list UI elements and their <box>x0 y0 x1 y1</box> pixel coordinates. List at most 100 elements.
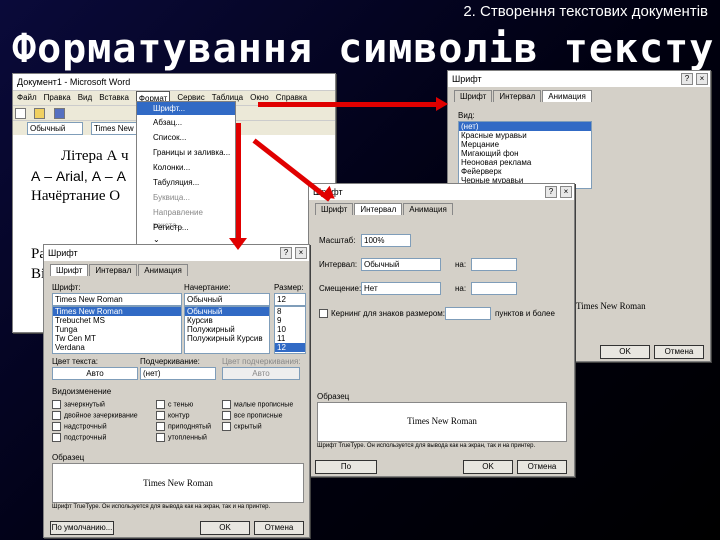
effect-checkbox[interactable]: надстрочный <box>52 422 156 433</box>
dialog-title: Шрифт <box>452 74 482 84</box>
tab-font[interactable]: Шрифт <box>454 90 493 102</box>
preview-label: Образец <box>52 453 85 462</box>
list-item[interactable]: Tw Cen MT <box>53 334 181 343</box>
font-select[interactable]: Times New R <box>91 122 137 135</box>
effect-checkbox[interactable]: двойное зачеркивание <box>52 411 156 422</box>
preview-sample: Times New Roman <box>576 301 646 311</box>
tab-animation[interactable]: Анимация <box>403 203 453 215</box>
cancel-button[interactable]: Отмена <box>254 521 304 535</box>
tab-font[interactable]: Шрифт <box>50 264 89 276</box>
effect-checkbox[interactable]: приподнятый <box>156 422 222 433</box>
menu-item-dropcap[interactable]: Буквица... <box>137 190 235 205</box>
menu-expand-icon[interactable]: ⌄ <box>137 235 235 244</box>
kerning-input[interactable] <box>445 307 491 320</box>
spacing-select[interactable]: Обычный <box>361 258 441 271</box>
word-title: Документ1 - Microsoft Word <box>17 77 131 87</box>
list-item[interactable]: Курсив <box>185 316 269 325</box>
list-item[interactable]: Обычный <box>185 307 269 316</box>
kerning-suffix: пунктов и более <box>495 309 555 318</box>
underline-select[interactable]: (нет) <box>140 367 216 380</box>
tab-spacing[interactable]: Интервал <box>354 203 403 215</box>
effect-checkbox[interactable]: контур <box>156 411 222 422</box>
list-item[interactable]: Tunga <box>53 325 181 334</box>
menu-item-paragraph[interactable]: Абзац... <box>137 115 235 130</box>
help-icon[interactable]: ? <box>545 186 557 198</box>
help-icon[interactable]: ? <box>280 247 292 259</box>
effect-checkbox[interactable]: подстрочный <box>52 433 156 444</box>
tab-font[interactable]: Шрифт <box>315 203 354 215</box>
animation-list[interactable]: (нет) Красные муравьи Мерцание Мигающий … <box>458 121 592 189</box>
cancel-button[interactable]: Отмена <box>654 345 704 359</box>
text-color-select[interactable]: Авто <box>52 367 138 380</box>
effect-checkbox[interactable]: скрытый <box>222 422 262 433</box>
help-icon[interactable]: ? <box>681 73 693 85</box>
offset-select[interactable]: Нет <box>361 282 441 295</box>
font-input[interactable]: Times New Roman <box>52 293 182 306</box>
list-item[interactable]: Красные муравьи <box>459 131 591 140</box>
effect-checkbox[interactable]: все прописные <box>222 411 283 422</box>
menu-edit[interactable]: Правка <box>44 91 71 105</box>
style-select[interactable]: Обычный <box>27 122 83 135</box>
menu-file[interactable]: Файл <box>17 91 37 105</box>
menu-insert[interactable]: Вставка <box>99 91 129 105</box>
menu-item-list[interactable]: Список... <box>137 130 235 145</box>
list-item[interactable]: Мерцание <box>459 140 591 149</box>
style-list[interactable]: Обычный Курсив Полужирный Полужирный Кур… <box>184 306 270 354</box>
size-list[interactable]: 8 9 10 11 12 <box>274 306 306 354</box>
default-button[interactable]: По умолчанию... <box>315 460 377 476</box>
new-doc-icon[interactable] <box>15 108 26 119</box>
effect-checkbox[interactable]: утопленный <box>156 433 222 444</box>
list-item[interactable]: Неоновая реклама <box>459 158 591 167</box>
tab-spacing[interactable]: Интервал <box>493 90 542 102</box>
menu-item-borders[interactable]: Границы и заливка... <box>137 145 235 160</box>
list-item[interactable]: 11 <box>275 334 305 343</box>
underline-color-label: Цвет подчеркивания: <box>222 357 301 366</box>
size-input[interactable]: 12 <box>274 293 306 306</box>
font-list[interactable]: Times New Roman Trebuchet MS Tunga Tw Ce… <box>52 306 182 354</box>
tab-animation[interactable]: Анимация <box>542 90 592 102</box>
tab-spacing[interactable]: Интервал <box>89 264 138 276</box>
effect-checkbox[interactable]: зачеркнутый <box>52 400 156 411</box>
list-item[interactable]: 9 <box>275 316 305 325</box>
list-item[interactable]: 8 <box>275 307 305 316</box>
list-item[interactable]: Мигающий фон <box>459 149 591 158</box>
close-icon[interactable]: × <box>295 247 307 259</box>
close-icon[interactable]: × <box>696 73 708 85</box>
close-icon[interactable]: × <box>560 186 572 198</box>
effect-checkbox[interactable]: с тенью <box>156 400 222 411</box>
menu-view[interactable]: Вид <box>78 91 92 105</box>
ok-button[interactable]: OK <box>600 345 650 359</box>
list-item[interactable]: (нет) <box>459 122 591 131</box>
list-item[interactable]: Полужирный <box>185 325 269 334</box>
menu-item-font[interactable]: Шрифт... <box>137 102 235 115</box>
dialog-title: Шрифт <box>48 248 78 258</box>
list-item[interactable]: 12 <box>275 343 305 352</box>
ok-button[interactable]: OK <box>200 521 250 535</box>
spacing-by-input[interactable] <box>471 258 517 271</box>
cancel-button[interactable]: Отмена <box>517 460 567 474</box>
ok-button[interactable]: OK <box>463 460 513 474</box>
menu-item-columns[interactable]: Колонки... <box>137 160 235 175</box>
offset-by-input[interactable] <box>471 282 517 295</box>
list-item[interactable]: Trebuchet MS <box>53 316 181 325</box>
list-item[interactable]: Times New Roman <box>53 307 181 316</box>
save-icon[interactable] <box>53 108 65 119</box>
default-button[interactable]: По умолчанию... <box>50 521 114 535</box>
menu-item-tabs[interactable]: Табуляция... <box>137 175 235 190</box>
style-input[interactable]: Обычный <box>184 293 270 306</box>
format-menu: Шрифт... Абзац... Список... Границы и за… <box>136 101 236 246</box>
list-item[interactable]: Verdana <box>53 343 181 352</box>
underline-label: Подчеркивание: <box>140 357 200 366</box>
scale-select[interactable]: 100% <box>361 234 411 247</box>
menu-item-text-direction[interactable]: Направление текста... <box>137 205 235 230</box>
kerning-checkbox[interactable]: Кернинг для знаков размером: <box>319 309 445 319</box>
list-item[interactable]: 10 <box>275 325 305 334</box>
open-icon[interactable] <box>34 108 46 119</box>
list-item[interactable]: Фейерверк <box>459 167 591 176</box>
effect-checkbox[interactable]: малые прописные <box>222 400 293 411</box>
tab-animation[interactable]: Анимация <box>138 264 188 276</box>
underline-color-select[interactable]: Авто <box>222 367 300 380</box>
doc-line: Начёртание О <box>31 188 121 204</box>
menu-item-case[interactable]: Регистр... <box>137 220 235 235</box>
list-item[interactable]: Полужирный Курсив <box>185 334 269 343</box>
